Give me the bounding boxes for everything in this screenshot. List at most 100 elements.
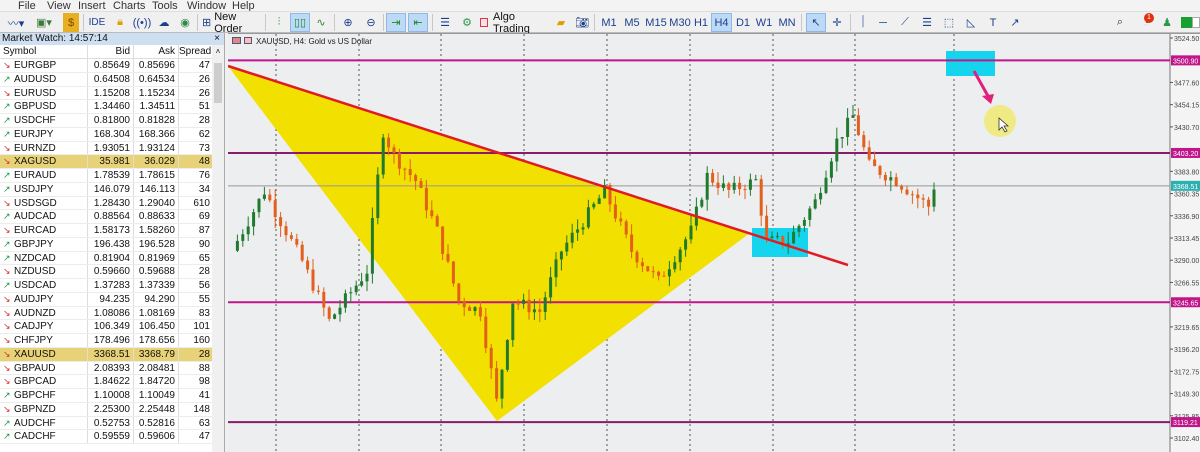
market-watch-row[interactable]: ↗ EURJPY 168.304 168.366 62 [0, 127, 224, 142]
dollar-icon[interactable]: $ [63, 13, 79, 32]
market-watch-row[interactable]: ↘ AUDJPY 94.235 94.290 55 [0, 292, 224, 307]
chart-shift-icon[interactable]: ⇤ [408, 13, 428, 32]
timeframe-m5[interactable]: M5 [622, 13, 642, 32]
market-watch-row[interactable]: ↘ EURCAD 1.58173 1.58260 87 [0, 224, 224, 238]
channel-icon[interactable]: ☰ [918, 13, 936, 32]
timeframe-mn[interactable]: MN [777, 13, 797, 32]
price-axis[interactable] [1170, 34, 1200, 452]
text-icon[interactable]: T [984, 13, 1002, 32]
market-watch-row[interactable]: ↘ CADJPY 106.349 106.450 101 [0, 320, 224, 334]
market-watch-row[interactable]: ↘ EURNZD 1.93051 1.93124 73 [0, 141, 224, 156]
scrollbar-thumb[interactable] [214, 63, 222, 103]
price-tick-label[interactable]: 3430.70 [1174, 125, 1199, 132]
market-watch-row[interactable]: ↗ GBPUSD 1.34460 1.34511 51 [0, 100, 224, 114]
price-tick-label[interactable]: 3360.35 [1174, 192, 1199, 199]
new-order-button[interactable]: ⊞ New Order [202, 11, 262, 35]
price-tick-label[interactable]: 3313.45 [1174, 236, 1199, 243]
market-watch-row[interactable]: ↗ USDCHF 0.81800 0.81828 28 [0, 114, 224, 128]
arrow-line-icon[interactable]: ↗ [1006, 13, 1024, 32]
chart-type-icon[interactable]: 〰▾ [4, 13, 28, 32]
timeframe-w1[interactable]: W1 [755, 13, 773, 32]
triangle-drawing[interactable] [228, 66, 750, 421]
market-watch-row[interactable]: ↗ GBPCHF 1.10008 1.10049 41 [0, 389, 224, 403]
scrollbar[interactable]: ˄ [212, 45, 224, 452]
price-tick-label[interactable]: 3102.40 [1174, 436, 1199, 443]
price-tick-label[interactable]: 3266.55 [1174, 280, 1199, 287]
crosshair-icon[interactable]: ✛ [828, 13, 846, 32]
cloud-icon[interactable]: ☁ [155, 13, 173, 32]
price-tick-label[interactable]: 3290.00 [1174, 258, 1199, 265]
market-watch-row[interactable]: ↘ USDSGD 1.28430 1.29040 610 [0, 196, 224, 211]
menu-insert[interactable]: Insert [78, 0, 106, 11]
price-tick-label[interactable]: 3383.80 [1174, 169, 1199, 176]
column-bid[interactable]: Bid [88, 45, 134, 58]
timeframe-h4[interactable]: H4 [711, 13, 732, 32]
indicators-icon[interactable]: ☰ [436, 13, 454, 32]
market-watch-row[interactable]: ↘ NZDUSD 0.59660 0.59688 28 [0, 265, 224, 279]
level-price-label[interactable]: 3500.90 [1173, 58, 1198, 65]
bar-chart-icon[interactable]: ⫶ [270, 13, 288, 32]
menu-charts[interactable]: Charts [113, 0, 145, 11]
arrow-head-icon[interactable] [982, 94, 994, 104]
vps-icon[interactable]: ◉ [176, 13, 194, 32]
market-watch-row[interactable]: ↗ AUDUSD 0.64508 0.64534 26 [0, 72, 224, 87]
market-watch-row[interactable]: ↘ AUDNZD 1.08086 1.08169 83 [0, 306, 224, 321]
timeframe-m15[interactable]: M15 [644, 13, 668, 32]
price-tick-label[interactable]: 3336.90 [1174, 214, 1199, 221]
market-watch-row[interactable]: ↘ CHFJPY 178.496 178.656 160 [0, 334, 224, 348]
account-icon[interactable]: ♟ [1160, 13, 1174, 32]
timeframe-h1[interactable]: H1 [692, 13, 710, 32]
horizontal-line-icon[interactable]: ─ [874, 13, 892, 32]
market-watch-row[interactable]: ↗ NZDCAD 0.81904 0.81969 65 [0, 251, 224, 266]
price-tick-label[interactable]: 3219.65 [1174, 325, 1199, 332]
market-watch-row[interactable]: ↘ XAGUSD 35.981 36.029 48 [0, 155, 224, 169]
lock-icon[interactable]: 🔒︎ [112, 13, 128, 32]
auto-scroll-icon[interactable]: ⇥ [386, 13, 406, 32]
price-tick-label[interactable]: 3172.75 [1174, 369, 1199, 376]
price-tick-label[interactable]: 3454.15 [1174, 103, 1199, 110]
current-price-label[interactable]: 3368.51 [1173, 184, 1198, 191]
trendline-icon[interactable]: ⟋ [896, 13, 914, 32]
close-icon[interactable]: × [214, 33, 220, 45]
market-watch-row[interactable]: ↘ XAUUSD 3368.51 3368.79 28 [0, 347, 224, 362]
triangle-icon[interactable]: ◺ [962, 13, 980, 32]
line-chart-icon[interactable]: ∿ [312, 13, 330, 32]
vertical-line-icon[interactable]: ⏐ [855, 13, 871, 32]
scroll-up-icon[interactable]: ˄ [212, 45, 224, 59]
timeframe-d1[interactable]: D1 [734, 13, 752, 32]
market-watch-row[interactable]: ↗ USDCAD 1.37283 1.37339 56 [0, 279, 224, 293]
market-watch-row[interactable]: ↗ AUDCHF 0.52753 0.52816 63 [0, 416, 224, 431]
column-symbol[interactable]: Symbol [0, 45, 88, 58]
settings-gear-icon[interactable]: ⚙ [458, 13, 476, 32]
market-watch-row[interactable]: ↘ GBPNZD 2.25300 2.25448 148 [0, 402, 224, 417]
timeframe-m1[interactable]: M1 [600, 13, 618, 32]
market-watch-row[interactable]: ↘ GBPAUD 2.08393 2.08481 88 [0, 361, 224, 376]
level-price-label[interactable]: 3403.20 [1173, 151, 1198, 158]
market-watch-row[interactable]: ↗ AUDCAD 0.88564 0.88633 69 [0, 210, 224, 224]
zoom-out-icon[interactable]: ⊖ [362, 13, 380, 32]
price-chart[interactable]: 3524.50 3477.60 3454.15 3430.70 3383.80 3360.… [228, 34, 1200, 452]
signal-icon[interactable]: ((•)) [132, 13, 152, 32]
notifications-icon[interactable]: ◔1 [1136, 13, 1156, 32]
algo-trading-button[interactable]: Algo Trading [480, 11, 546, 35]
candlestick-chart-icon[interactable]: ▯▯ [290, 13, 310, 32]
price-tick-label[interactable]: 3196.20 [1174, 347, 1199, 354]
market-watch-row[interactable]: ↗ EURAUD 1.78539 1.78615 76 [0, 169, 224, 183]
search-icon[interactable]: ⌕ [1112, 13, 1128, 32]
market-watch-row[interactable]: ↘ EURGBP 0.85649 0.85696 47 [0, 59, 224, 73]
market-watch-row[interactable]: ↗ GBPJPY 196.438 196.528 90 [0, 237, 224, 252]
ide-button[interactable]: IDE [87, 13, 107, 32]
column-ask[interactable]: Ask [134, 45, 179, 58]
column-spread[interactable]: Spread [179, 45, 213, 58]
level-price-label[interactable]: 3245.65 [1173, 300, 1198, 307]
zone-rectangle[interactable] [946, 51, 995, 76]
price-tick-label[interactable]: 3149.30 [1174, 392, 1199, 399]
level-price-label[interactable]: 3119.21 [1173, 420, 1198, 427]
menu-view[interactable]: View [47, 0, 71, 11]
depth-of-market-icon[interactable]: ▰ [552, 13, 570, 32]
market-watch-row[interactable]: ↗ USDJPY 146.079 146.113 34 [0, 182, 224, 197]
menu-file[interactable]: File [18, 0, 36, 11]
market-watch-row[interactable]: ↗ CADCHF 0.59559 0.59606 47 [0, 430, 224, 444]
timeframe-m30[interactable]: M30 [668, 13, 692, 32]
market-watch-row[interactable]: ↘ EURUSD 1.15208 1.15234 26 [0, 86, 224, 101]
